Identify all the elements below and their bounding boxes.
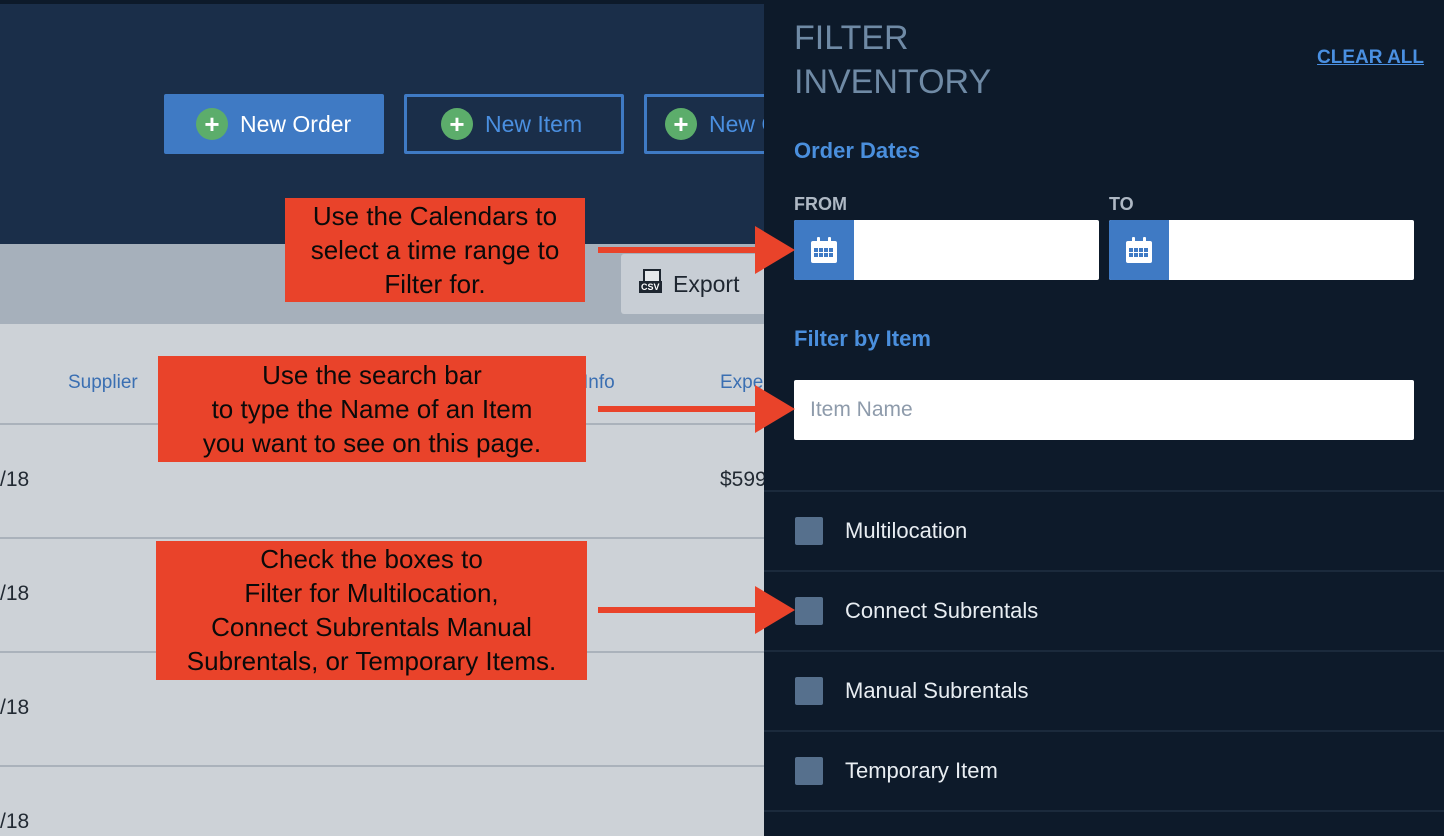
column-header-supplier[interactable]: Supplier (68, 372, 138, 394)
column-header-info[interactable]: Info (583, 372, 615, 394)
table-row-date: /18 (0, 810, 30, 833)
from-calendar-button[interactable] (794, 220, 854, 280)
table-row-date: /18 (0, 696, 30, 719)
calendar-arrow (598, 247, 758, 253)
new-item-label: New Item (485, 110, 583, 137)
new-third-button[interactable]: + New C (644, 94, 764, 154)
checkbox-row-multilocation[interactable]: Multilocation (764, 491, 1444, 571)
checkbox-row-temporary-item[interactable]: Temporary Item (764, 731, 1444, 811)
new-order-label: New Order (240, 110, 352, 137)
csv-file-icon: CSV (639, 269, 665, 299)
item-name-input[interactable] (794, 380, 1414, 440)
checkbox-label: Connect Subrentals (845, 598, 1039, 623)
new-third-label: New C (709, 110, 764, 137)
temporary-item-checkbox[interactable] (795, 757, 823, 785)
order-dates-title: Order Dates (794, 138, 920, 163)
filter-panel: FILTER INVENTORY CLEAR ALL Order Dates F… (764, 0, 1444, 836)
checkbox-label: Temporary Item (845, 758, 998, 783)
checkbox-arrow (598, 607, 758, 613)
checkbox-row-manual-subrentals[interactable]: Manual Subrentals (764, 651, 1444, 731)
table-row-date: /18 (0, 468, 30, 491)
plus-icon: + (441, 108, 473, 140)
checkbox-row-connect-subrentals[interactable]: Connect Subrentals (764, 571, 1444, 651)
search-callout: Use the search bar to type the Name of a… (158, 356, 586, 462)
checkbox-label: Multilocation (845, 518, 968, 543)
calendar-callout: Use the Calendars to select a time range… (285, 198, 585, 302)
checkbox-label: Manual Subrentals (845, 678, 1029, 703)
plus-icon: + (196, 108, 228, 140)
calendar-icon (1126, 237, 1152, 263)
export-label: Export (673, 270, 740, 297)
to-calendar-button[interactable] (1109, 220, 1169, 280)
search-arrow (598, 406, 758, 412)
new-order-button[interactable]: + New Order (164, 94, 384, 154)
calendar-icon (811, 237, 837, 263)
new-item-button[interactable]: + New Item (404, 94, 624, 154)
from-date-field[interactable] (794, 220, 1099, 280)
row-divider (0, 537, 764, 539)
divider (764, 810, 1444, 812)
calendar-arrow-head (755, 226, 795, 274)
checkbox-arrow-head (755, 586, 795, 634)
to-label: TO (1109, 194, 1134, 214)
filter-by-item-title: Filter by Item (794, 326, 931, 351)
search-arrow-head (755, 385, 795, 433)
table-row-amount: $599 (720, 468, 764, 491)
connect-subrentals-checkbox[interactable] (795, 597, 823, 625)
multilocation-checkbox[interactable] (795, 517, 823, 545)
to-date-field[interactable] (1109, 220, 1414, 280)
checkbox-callout: Check the boxes to Filter for Multilocat… (156, 541, 587, 680)
from-label: FROM (794, 194, 847, 214)
panel-title: FILTER INVENTORY (794, 19, 992, 101)
clear-all-link[interactable]: CLEAR ALL (1317, 47, 1424, 69)
manual-subrentals-checkbox[interactable] (795, 677, 823, 705)
export-button[interactable]: CSV Export (621, 254, 764, 314)
row-divider (0, 765, 764, 767)
plus-icon: + (665, 108, 697, 140)
table-row-date: /18 (0, 582, 30, 605)
